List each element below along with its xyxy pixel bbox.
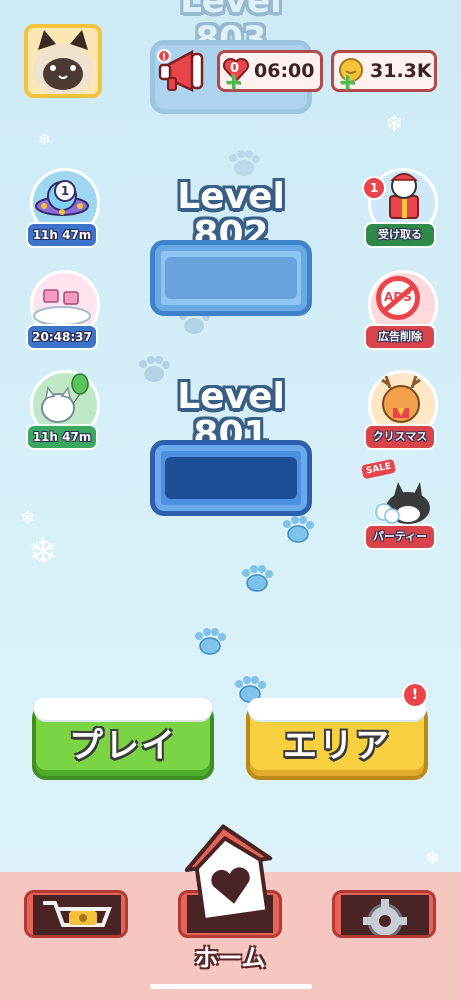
remove-ads-label: 広告削除	[364, 324, 436, 350]
level-802-box	[150, 240, 312, 316]
event-penguin-gift[interactable]: 1 受け取る	[362, 166, 438, 248]
nav-home-label: ホーム	[194, 944, 266, 972]
event-balloon-cat[interactable]: 11h 47m	[26, 368, 100, 450]
no-ads-icon: ADS	[376, 276, 420, 320]
play-button[interactable]: プレイ	[32, 698, 214, 780]
level-801-node[interactable]: Level 801	[148, 378, 314, 518]
coin-amount: 31.3K	[370, 60, 432, 82]
event-party[interactable]: SALE パーティー	[360, 458, 436, 550]
gear-icon	[341, 895, 429, 935]
area-alert-badge: !	[402, 682, 428, 708]
snow-cap	[34, 698, 212, 720]
game-screen: ❄ ❄ ❄ ❄ ❄ ❄ Level 803	[0, 0, 461, 1000]
party-label: パーティー	[364, 524, 436, 550]
paw-print-icon	[195, 628, 226, 655]
snowflake-icon: ❄	[28, 532, 59, 573]
snow-cap	[248, 698, 426, 720]
paw-print-icon	[229, 150, 260, 176]
svg-text:!: !	[162, 52, 167, 63]
snowflake-icon: ❄	[426, 848, 440, 867]
penguin-gift-label: 受け取る	[364, 222, 436, 248]
siamese-cat-avatar-icon	[28, 28, 98, 94]
level-802-node[interactable]: Level 802	[148, 178, 314, 318]
snowflake-icon: ❄	[38, 130, 52, 149]
shop-cart-icon	[33, 895, 121, 935]
nav-settings-button[interactable]	[332, 890, 436, 938]
balloon-cat-timer: 11h 47m	[26, 424, 98, 450]
event-christmas[interactable]: クリスマス	[364, 368, 438, 450]
paw-print-icon	[242, 565, 273, 592]
paw-print-icon	[283, 516, 314, 543]
cloud-gifts-icon	[33, 289, 91, 326]
add-lives-icon[interactable]: +	[224, 70, 242, 95]
area-button-label: エリア	[283, 725, 391, 766]
cloud-gifts-timer: 20:48:37	[26, 324, 98, 350]
lives-timer: 06:00	[254, 60, 315, 82]
nav-home-button[interactable]	[182, 820, 278, 930]
coin-counter[interactable]: + 31.3K	[331, 50, 437, 95]
penguin-notification-badge: 1	[362, 176, 386, 200]
ufo-level-badge: 1	[54, 180, 76, 202]
lives-counter[interactable]: 0 + 06:00	[217, 50, 323, 95]
megaphone-icon: !	[157, 49, 204, 92]
home-indicator	[150, 984, 312, 989]
add-coins-icon[interactable]: +	[338, 70, 356, 95]
christmas-label: クリスマス	[364, 424, 436, 450]
snowflake-icon: ❄	[20, 508, 36, 529]
megaphone-button[interactable]: !	[156, 48, 212, 96]
house-heart-icon	[184, 824, 273, 923]
area-button[interactable]: エリア	[246, 698, 428, 780]
snowflake-icon: ❄	[385, 112, 404, 137]
nav-shop-button[interactable]	[24, 890, 128, 938]
ufo-timer: 11h 47m	[26, 222, 98, 248]
level-801-box	[150, 440, 312, 516]
party-cat-icon	[375, 482, 430, 524]
player-avatar[interactable]	[24, 24, 102, 98]
reindeer-cat-icon	[381, 375, 421, 423]
balloon-cat-icon	[41, 373, 89, 423]
event-cloud-gifts[interactable]: 20:48:37	[26, 268, 100, 350]
event-remove-ads[interactable]: ADS 広告削除	[364, 268, 438, 350]
event-ufo[interactable]: 1 11h 47m	[26, 166, 100, 248]
play-button-label: プレイ	[69, 725, 177, 766]
